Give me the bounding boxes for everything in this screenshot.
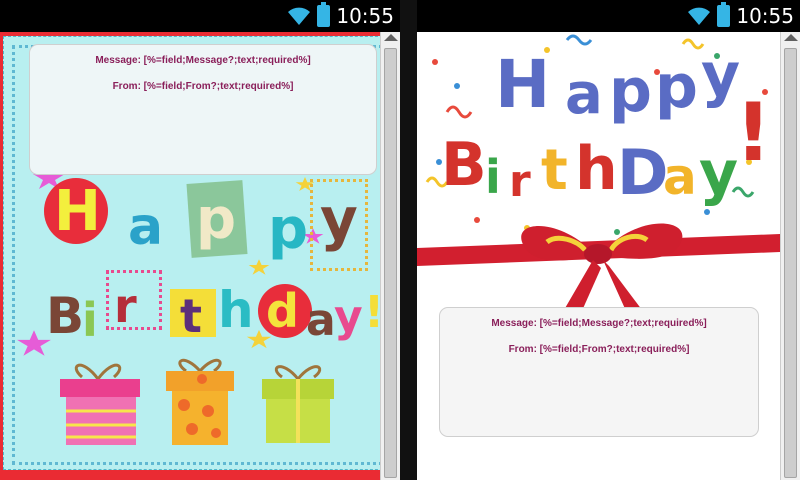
birthday-letter: i [485, 150, 501, 204]
message-field[interactable]: Message: [%=field;Message?;text;required… [440, 318, 758, 329]
happy-letter: H [495, 46, 551, 123]
battery-icon [317, 2, 331, 27]
scrollbar[interactable] [380, 32, 400, 480]
scroll-thumb[interactable] [784, 48, 797, 478]
gift-illustration [262, 365, 334, 443]
happy-letter: a [128, 197, 164, 257]
birthday-letter: d [266, 284, 299, 338]
message-field[interactable]: Message: [%=field;Message?;text;required… [30, 55, 376, 66]
happy-letter: p [609, 56, 652, 126]
gift-illustration [166, 358, 234, 445]
scroll-up-arrow-icon[interactable] [784, 34, 798, 41]
battery-icon [717, 2, 731, 27]
left-screen: 10:55 H a p p y B i r t h d a y ! Messag… [0, 0, 400, 480]
birthday-letter: t [541, 138, 568, 203]
birthday-letter: B [46, 287, 85, 345]
message-form[interactable]: Message: [%=field;Message?;text;required… [29, 44, 377, 175]
birthday-letter: y [699, 138, 739, 208]
birthday-letter: t [180, 289, 202, 343]
card-background: H a p p y B i r t h d a y ! Message: [%=… [3, 36, 393, 470]
card-view[interactable]: H a p p y B i r t h d a y ! Message: [%=… [0, 32, 400, 480]
panel-divider [400, 0, 417, 480]
happy-letter: y [320, 185, 358, 253]
scroll-thumb[interactable] [384, 48, 397, 478]
wifi-icon [288, 7, 311, 25]
birthday-letter: h [575, 134, 618, 204]
birthday-letter: ! [735, 86, 772, 179]
star-decoration [248, 259, 270, 275]
birthday-letter: D [617, 136, 669, 209]
birthday-letter: B [441, 130, 487, 200]
birthday-letter: r [509, 156, 531, 207]
clock: 10:55 [736, 4, 794, 28]
birthday-letter: r [114, 279, 137, 333]
ribbon-bow [417, 223, 780, 322]
happy-letter: p [655, 52, 698, 122]
card-view[interactable]: H a p p y B i r t h D a y ! Message: [%=… [417, 32, 800, 480]
message-form[interactable]: Message: [%=field;Message?;text;required… [439, 307, 759, 437]
from-field[interactable]: From: [%=field;From?;text;required%] [440, 344, 758, 355]
birthday-card: H a p p y B i r t h d a y ! Message: [%=… [0, 32, 398, 480]
birthday-letter: h [218, 281, 254, 339]
gift-illustration [60, 363, 140, 445]
birthday-card: H a p p y B i r t h D a y ! Message: [%=… [417, 32, 780, 480]
birthday-letter: a [663, 148, 697, 206]
status-bar: 10:55 [417, 0, 800, 32]
right-screen: 10:55 H a p p y B i r t h D a y ! Messag… [417, 0, 800, 480]
birthday-letter: a [306, 295, 336, 346]
happy-letter: p [196, 187, 237, 252]
happy-letter: H [54, 179, 101, 244]
scroll-up-arrow-icon[interactable] [384, 34, 398, 41]
clock: 10:55 [336, 4, 394, 28]
scrollbar[interactable] [780, 32, 800, 480]
status-bar: 10:55 [0, 0, 400, 32]
from-field[interactable]: From: [%=field;From?;text;required%] [30, 81, 376, 92]
birthday-letter: y [334, 291, 363, 342]
birthday-letter: i [82, 293, 98, 347]
wifi-icon [688, 7, 711, 25]
happy-letter: a [565, 62, 603, 127]
happy-letter: p [268, 197, 309, 262]
